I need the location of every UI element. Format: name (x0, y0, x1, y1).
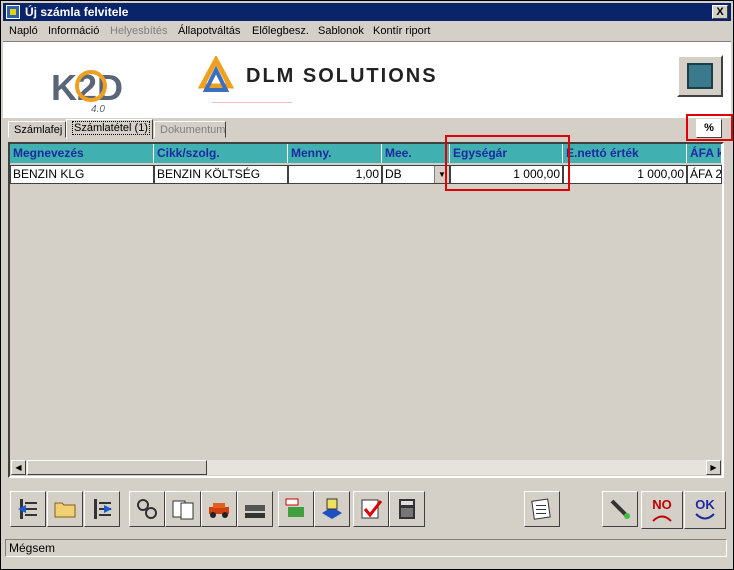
status-bar: Mégsem (5, 539, 727, 557)
calculator-icon (399, 499, 415, 519)
syringe-button[interactable] (602, 491, 638, 527)
gears-button[interactable] (129, 491, 165, 527)
cell-afa[interactable]: ÁFA 2 (687, 165, 722, 184)
note-icon (531, 498, 551, 520)
grid-header: Megnevezés Cikk/szolg. Menny. Mee. Egysé… (10, 144, 722, 163)
tax-money-icon (285, 498, 304, 517)
tab-dokumentum: Dokumentum (154, 121, 226, 138)
list-back-button[interactable] (10, 491, 46, 527)
col-menny[interactable]: Menny. (288, 144, 382, 163)
tab-label: Számlatétel (1) (72, 121, 150, 135)
bottom-toolbar: NO OK (8, 491, 726, 531)
cell-enetto[interactable]: 1 000,00 (563, 165, 687, 184)
documents-icon (172, 500, 194, 520)
cars-button[interactable] (237, 491, 273, 527)
col-egysegar[interactable]: Egységár (450, 144, 563, 163)
tax-money-button[interactable] (278, 491, 314, 527)
edit-button[interactable] (677, 55, 723, 97)
cell-menny[interactable]: 1,00 (288, 165, 382, 184)
menu-helyesbites: Helyesbítés (110, 25, 168, 37)
cell-mee-select[interactable]: DB ▼ (382, 165, 450, 184)
ok-icon: OK (695, 497, 715, 520)
car-icon (209, 503, 229, 518)
header-banner: K2D 4.0 DLM SOLUTIONS (3, 41, 731, 118)
checklist-icon (361, 499, 383, 519)
items-grid: Megnevezés Cikk/szolg. Menny. Mee. Egysé… (8, 142, 724, 478)
col-cikk[interactable]: Cikk/szolg. (154, 144, 288, 163)
table-row: BENZIN KLG BENZIN KÖLTSÉG 1,00 DB ▼ 1 000… (10, 165, 722, 184)
ok-button[interactable]: OK (684, 491, 726, 529)
edit-icon (687, 63, 713, 89)
folder-button[interactable] (47, 491, 83, 527)
status-text: Mégsem (9, 541, 56, 555)
car-button[interactable] (201, 491, 237, 527)
menu-bar: Napló Információ Helyesbítés Állapotvált… (3, 22, 731, 41)
menu-informacio[interactable]: Információ (48, 25, 99, 37)
dlm-logo: DLM SOLUTIONS (198, 56, 438, 103)
list-forward-icon (94, 499, 112, 519)
col-enetto[interactable]: E.nettó érték (563, 144, 687, 163)
tab-label: Dokumentum (160, 124, 226, 136)
document-stack-button[interactable] (314, 491, 350, 527)
no-label: NO (652, 497, 672, 512)
calculator-button[interactable] (389, 491, 425, 527)
dlm-logo-text: DLM SOLUTIONS (246, 65, 438, 87)
title-bar: Új számla felvitele X (3, 3, 731, 21)
cell-mee-value: DB (385, 167, 402, 181)
horizontal-scrollbar[interactable]: ◀ ▶ (11, 460, 721, 475)
scroll-thumb[interactable] (27, 460, 207, 475)
folder-icon (54, 502, 76, 518)
app-icon (6, 5, 20, 19)
no-button[interactable]: NO (641, 491, 683, 529)
list-forward-button[interactable] (84, 491, 120, 527)
list-back-icon (18, 499, 37, 519)
syringe-icon (610, 499, 630, 519)
dlm-logo-underline (212, 102, 292, 103)
menu-allapotvaltas[interactable]: Állapotváltás (178, 25, 240, 37)
no-icon: NO (652, 497, 672, 522)
note-button[interactable] (524, 491, 560, 527)
ok-label: OK (695, 497, 715, 512)
cell-cikk[interactable]: BENZIN KÖLTSÉG (154, 165, 288, 184)
tab-label: Számlafej (14, 124, 63, 136)
col-afa[interactable]: ÁFA k (687, 144, 722, 163)
k2d-version: 4.0 (91, 104, 105, 114)
window-title: Új számla felvitele (25, 5, 129, 19)
tab-szamlafej[interactable]: Számlafej (8, 121, 66, 138)
k2d-logo: K2D 4.0 (51, 67, 123, 114)
menu-sablonok[interactable]: Sablonok (318, 25, 364, 37)
close-button[interactable]: X (712, 5, 728, 19)
documents-button[interactable] (165, 491, 201, 527)
cars-icon (245, 505, 265, 518)
menu-naplo[interactable]: Napló (9, 25, 38, 37)
window: Új számla felvitele X Napló Információ H… (0, 0, 734, 570)
scroll-left-icon[interactable]: ◀ (11, 460, 26, 475)
cell-megnevezes[interactable]: BENZIN KLG (10, 165, 154, 184)
cell-egysegar[interactable]: 1 000,00 (450, 165, 563, 184)
checklist-button[interactable] (353, 491, 389, 527)
dropdown-arrow-icon[interactable]: ▼ (434, 166, 449, 183)
scroll-right-icon[interactable]: ▶ (706, 460, 721, 475)
tab-szamlatetel[interactable]: Számlatétel (1) (66, 119, 153, 139)
col-mee[interactable]: Mee. (382, 144, 450, 163)
menu-kontir-riport[interactable]: Kontír riport (373, 25, 430, 37)
document-stack-icon (322, 498, 342, 519)
col-megnevezes[interactable]: Megnevezés (10, 144, 154, 163)
percent-button[interactable]: % (696, 119, 722, 138)
gears-icon (137, 499, 157, 519)
menu-eloleg[interactable]: Előlegbesz. (252, 25, 309, 37)
